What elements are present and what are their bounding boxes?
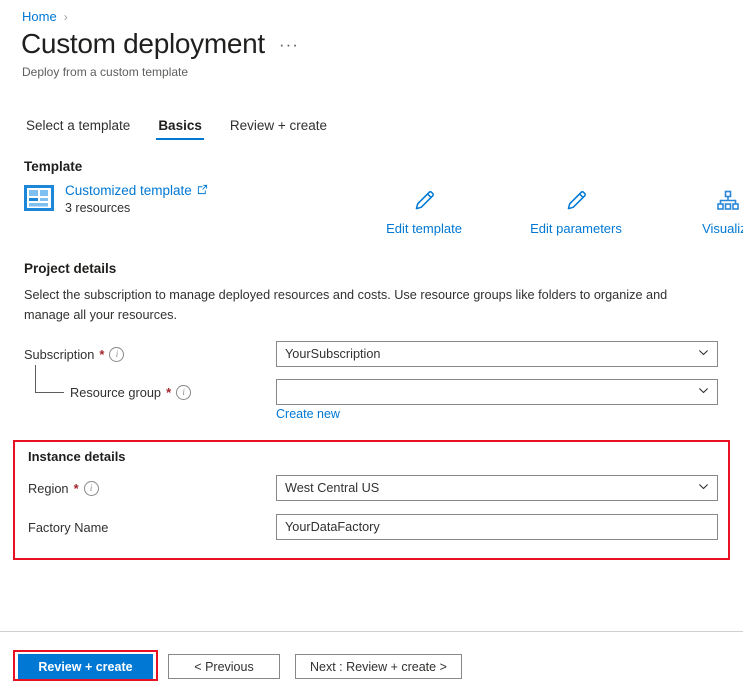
breadcrumb: Home › bbox=[22, 9, 68, 24]
resource-group-tree-connector bbox=[35, 365, 64, 393]
pencil-icon bbox=[564, 186, 588, 216]
template-resource-count: 3 resources bbox=[65, 201, 131, 215]
region-select[interactable]: West Central US bbox=[276, 475, 718, 501]
factory-name-value: YourDataFactory bbox=[285, 520, 380, 534]
edit-template-button[interactable]: Edit template bbox=[368, 186, 480, 236]
customized-template-label: Customized template bbox=[65, 183, 192, 198]
factory-name-label: Factory Name bbox=[28, 520, 108, 535]
factory-name-field-label-row: Factory Name bbox=[28, 514, 108, 540]
customized-template-link[interactable]: Customized template bbox=[65, 183, 208, 198]
visualize-label: Visualize bbox=[702, 221, 743, 236]
project-details-heading: Project details bbox=[24, 261, 117, 276]
subscription-label-text: Subscription bbox=[24, 346, 95, 362]
region-value: West Central US bbox=[285, 481, 380, 495]
region-label: Region * i bbox=[28, 480, 99, 496]
subscription-label: Subscription * i bbox=[24, 346, 125, 362]
review-create-button[interactable]: Review + create bbox=[18, 654, 153, 679]
factory-name-label-text: Factory Name bbox=[28, 519, 109, 535]
tab-basics[interactable]: Basics bbox=[156, 115, 204, 140]
required-indicator: * bbox=[166, 384, 172, 400]
page-title-row: Custom deployment ··· bbox=[21, 30, 299, 58]
next-review-create-button[interactable]: Next : Review + create > bbox=[295, 654, 462, 679]
template-grid-icon bbox=[24, 183, 54, 213]
more-options-icon[interactable]: ··· bbox=[279, 35, 299, 58]
region-field-label-row: Region * i bbox=[28, 475, 99, 501]
chevron-down-icon bbox=[698, 385, 709, 399]
pencil-icon bbox=[412, 186, 436, 216]
edit-parameters-label: Edit parameters bbox=[530, 221, 622, 236]
edit-parameters-button[interactable]: Edit parameters bbox=[520, 186, 632, 236]
subscription-select[interactable]: YourSubscription bbox=[276, 341, 718, 367]
footer-actions: Review + create < Previous Next : Review… bbox=[18, 654, 462, 679]
hierarchy-icon bbox=[716, 186, 740, 216]
subscription-value: YourSubscription bbox=[285, 347, 381, 361]
region-label-text: Region bbox=[28, 480, 69, 496]
template-actions: Edit template Edit parameters Visualize bbox=[368, 186, 743, 236]
external-link-icon bbox=[197, 183, 208, 198]
required-indicator: * bbox=[73, 480, 79, 496]
info-icon[interactable]: i bbox=[83, 480, 99, 496]
footer-divider bbox=[0, 631, 743, 632]
resource-group-field-label-row: Resource group * i bbox=[70, 379, 192, 405]
create-new-resource-group-link[interactable]: Create new bbox=[276, 407, 340, 421]
chevron-down-icon bbox=[698, 481, 709, 495]
visualize-button[interactable]: Visualize bbox=[672, 186, 743, 236]
factory-name-input[interactable]: YourDataFactory bbox=[276, 514, 718, 540]
chevron-down-icon bbox=[698, 347, 709, 361]
template-section-heading: Template bbox=[24, 159, 83, 174]
tab-review-create[interactable]: Review + create bbox=[228, 115, 329, 140]
wizard-tabs: Select a template Basics Review + create bbox=[24, 115, 329, 140]
page-title: Custom deployment bbox=[21, 28, 265, 59]
instance-details-heading: Instance details bbox=[28, 449, 126, 464]
breadcrumb-separator-icon: › bbox=[63, 9, 68, 24]
resource-group-select[interactable] bbox=[276, 379, 718, 405]
resource-group-label: Resource group * i bbox=[70, 384, 192, 400]
required-indicator: * bbox=[99, 346, 105, 362]
project-details-description: Select the subscription to manage deploy… bbox=[24, 288, 668, 322]
previous-button[interactable]: < Previous bbox=[168, 654, 280, 679]
template-summary: Customized template 3 resources bbox=[24, 183, 208, 215]
template-text-block: Customized template 3 resources bbox=[65, 183, 208, 215]
info-icon[interactable]: i bbox=[109, 346, 125, 362]
breadcrumb-home-link[interactable]: Home bbox=[22, 9, 57, 24]
subscription-field-label-row: Subscription * i bbox=[24, 341, 125, 367]
page-subtitle: Deploy from a custom template bbox=[22, 65, 189, 79]
resource-group-label-text: Resource group bbox=[70, 384, 162, 400]
info-icon[interactable]: i bbox=[176, 384, 192, 400]
tab-select-a-template[interactable]: Select a template bbox=[24, 115, 132, 140]
edit-template-label: Edit template bbox=[386, 221, 462, 236]
